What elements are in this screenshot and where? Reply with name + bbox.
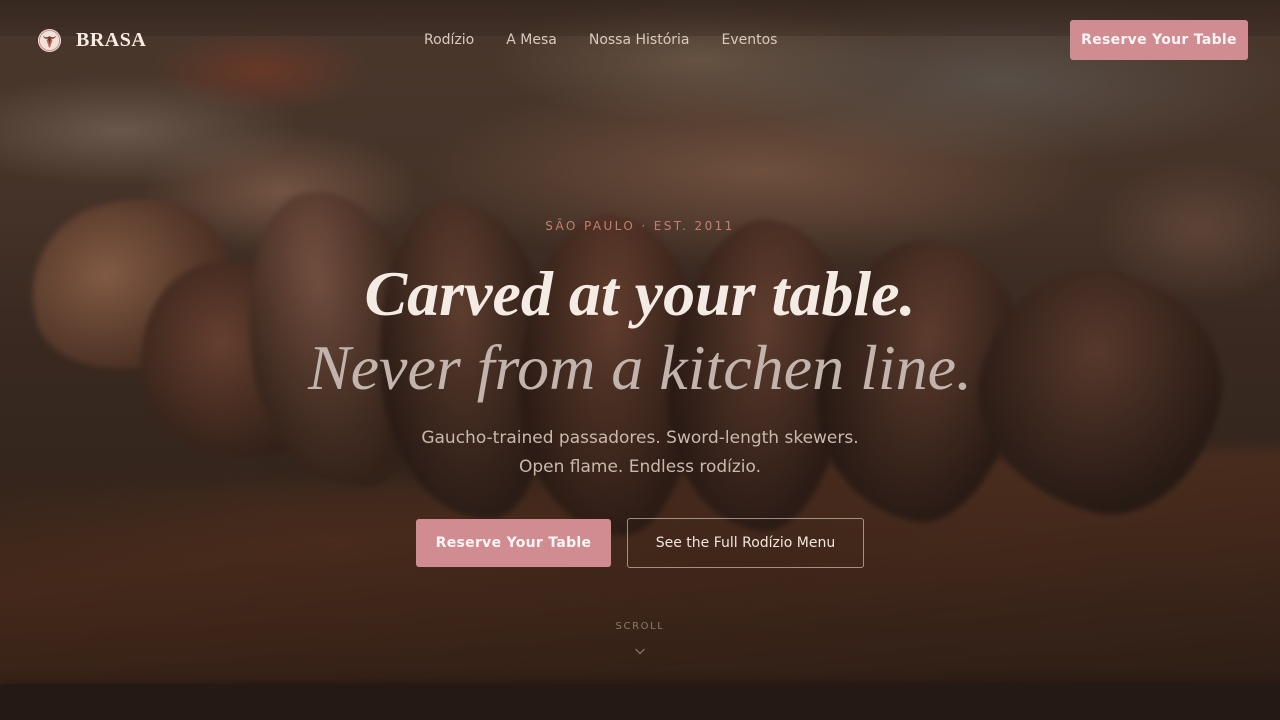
hero-reserve-button[interactable]: Reserve Your Table [416,519,611,567]
view-menu-button[interactable]: See the Full Rodízio Menu [627,518,864,568]
header-reserve-button[interactable]: Reserve Your Table [1070,20,1248,60]
scroll-label[interactable]: SCROLL [0,621,1280,632]
hero-subtitle-line2: Open flame. Endless rodízio. [518,457,762,477]
main-nav: Rodízio A Mesa Nossa História Eventos [424,31,777,49]
brand-logo-link[interactable]: BRASA [37,27,146,53]
hero-eyebrow: SÃO PAULO · EST. 2011 [545,219,735,233]
nav-link-a-mesa[interactable]: A Mesa [506,31,557,49]
nav-link-eventos[interactable]: Eventos [722,31,778,49]
nav-link-nossa-historia[interactable]: Nossa História [589,31,690,49]
chevron-down-icon[interactable] [634,646,646,656]
brand-name: BRASA [76,28,147,51]
hero-headline-line2: Never from a kitchen line. [307,332,973,403]
nav-link-rodizio[interactable]: Rodízio [424,31,474,49]
steer-head-icon [37,28,62,52]
hero-subtitle-line1: Gaucho-trained passadores. Sword-length … [421,428,859,448]
hero-headline-line1: Carved at your table. [364,258,916,329]
next-section-edge [0,684,1280,720]
